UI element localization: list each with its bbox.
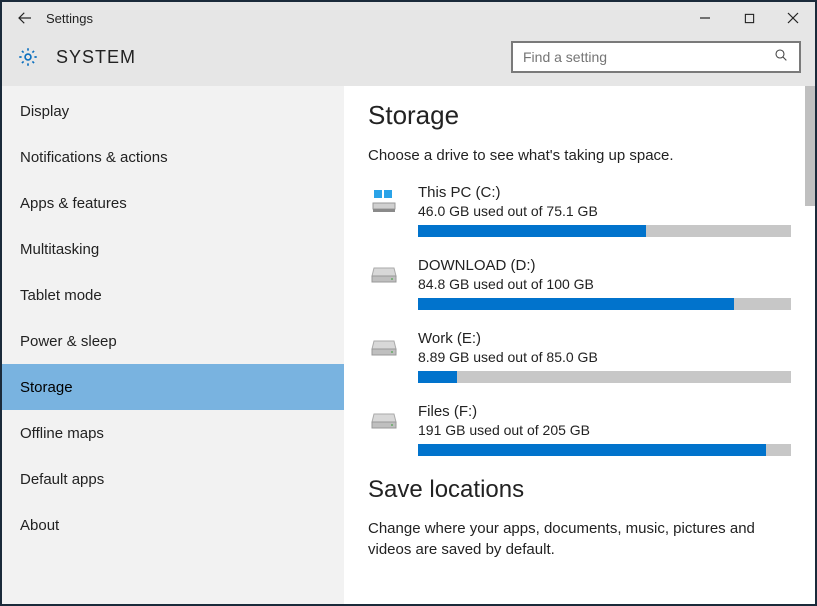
drive-usage-text: 84.8 GB used out of 100 GB xyxy=(418,276,791,292)
drive-name: This PC (C:) xyxy=(418,184,791,201)
sidebar-item-multitasking[interactable]: Multitasking xyxy=(2,226,344,272)
usage-bar xyxy=(418,371,791,383)
sidebar-item-label: Default apps xyxy=(20,471,104,488)
drive-icon xyxy=(368,259,400,291)
system-label: SYSTEM xyxy=(56,47,136,68)
sidebar-item-tablet-mode[interactable]: Tablet mode xyxy=(2,272,344,318)
search-icon xyxy=(773,47,789,68)
drive-item[interactable]: Work (E:) 8.89 GB used out of 85.0 GB xyxy=(368,330,791,383)
drive-info: This PC (C:) 46.0 GB used out of 75.1 GB xyxy=(418,184,791,237)
system-drive-icon xyxy=(368,186,400,218)
sidebar-item-label: Notifications & actions xyxy=(20,149,168,166)
search-box[interactable] xyxy=(511,41,801,73)
drive-info: DOWNLOAD (D:) 84.8 GB used out of 100 GB xyxy=(418,257,791,310)
drive-info: Work (E:) 8.89 GB used out of 85.0 GB xyxy=(418,330,791,383)
save-locations-desc: Change where your apps, documents, music… xyxy=(368,518,791,560)
sidebar-item-label: Display xyxy=(20,103,69,120)
sidebar-item-storage[interactable]: Storage xyxy=(2,364,344,410)
drive-usage-text: 8.89 GB used out of 85.0 GB xyxy=(418,349,791,365)
sidebar-item-notifications-actions[interactable]: Notifications & actions xyxy=(2,134,344,180)
sidebar-item-offline-maps[interactable]: Offline maps xyxy=(2,410,344,456)
content[interactable]: Storage Choose a drive to see what's tak… xyxy=(344,86,815,604)
sidebar: Display Notifications & actions Apps & fea… xyxy=(2,86,344,604)
search-input[interactable] xyxy=(523,49,773,65)
drive-item[interactable]: DOWNLOAD (D:) 84.8 GB used out of 100 GB xyxy=(368,257,791,310)
sidebar-item-label: Storage xyxy=(20,379,73,396)
titlebar: Settings xyxy=(2,2,815,34)
back-button[interactable] xyxy=(8,2,42,34)
drive-item[interactable]: Files (F:) 191 GB used out of 205 GB xyxy=(368,403,791,456)
drive-item[interactable]: This PC (C:) 46.0 GB used out of 75.1 GB xyxy=(368,184,791,237)
gear-icon xyxy=(16,45,40,69)
usage-bar-fill xyxy=(418,371,457,383)
save-locations-heading: Save locations xyxy=(368,476,791,504)
usage-bar-fill xyxy=(418,225,646,237)
page-subheading: Choose a drive to see what's taking up s… xyxy=(368,147,791,164)
drive-usage-text: 46.0 GB used out of 75.1 GB xyxy=(418,203,791,219)
drive-info: Files (F:) 191 GB used out of 205 GB xyxy=(418,403,791,456)
minimize-button[interactable] xyxy=(683,2,727,34)
sidebar-item-power-sleep[interactable]: Power & sleep xyxy=(2,318,344,364)
usage-bar xyxy=(418,298,791,310)
sidebar-item-label: Power & sleep xyxy=(20,333,117,350)
sidebar-item-label: Multitasking xyxy=(20,241,99,258)
usage-bar-fill xyxy=(418,298,734,310)
close-button[interactable] xyxy=(771,2,815,34)
drive-name: Files (F:) xyxy=(418,403,791,420)
drive-icon xyxy=(368,332,400,364)
header: SYSTEM xyxy=(2,34,815,86)
sidebar-item-apps-features[interactable]: Apps & features xyxy=(2,180,344,226)
sidebar-item-display[interactable]: Display xyxy=(2,88,344,134)
drives-list: This PC (C:) 46.0 GB used out of 75.1 GB D… xyxy=(368,184,791,456)
window-title: Settings xyxy=(46,11,93,26)
drive-icon xyxy=(368,405,400,437)
maximize-button[interactable] xyxy=(727,2,771,34)
sidebar-item-label: About xyxy=(20,517,59,534)
page-heading: Storage xyxy=(368,100,791,131)
sidebar-item-default-apps[interactable]: Default apps xyxy=(2,456,344,502)
usage-bar xyxy=(418,225,791,237)
sidebar-item-label: Offline maps xyxy=(20,425,104,442)
sidebar-item-label: Tablet mode xyxy=(20,287,102,304)
usage-bar-fill xyxy=(418,444,766,456)
drive-usage-text: 191 GB used out of 205 GB xyxy=(418,422,791,438)
sidebar-item-label: Apps & features xyxy=(20,195,127,212)
drive-name: Work (E:) xyxy=(418,330,791,347)
body: Display Notifications & actions Apps & fea… xyxy=(2,86,815,604)
settings-window: Settings SYSTEM xyxy=(0,0,817,606)
usage-bar xyxy=(418,444,791,456)
scrollbar[interactable] xyxy=(805,86,815,206)
drive-name: DOWNLOAD (D:) xyxy=(418,257,791,274)
sidebar-item-about[interactable]: About xyxy=(2,502,344,548)
